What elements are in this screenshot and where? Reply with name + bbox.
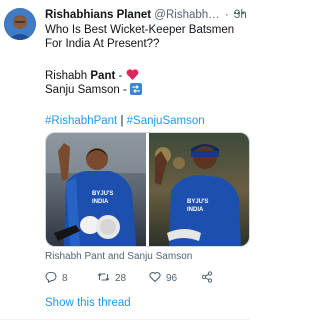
retweet-button[interactable]: 28 bbox=[97, 271, 126, 285]
option-samson: Sanju Samson - bbox=[45, 83, 245, 97]
media-caption: Rishabh Pant and Sanju Samson bbox=[45, 251, 193, 262]
jersey-sponsor-text: BYJU'S bbox=[92, 191, 113, 197]
reply-icon bbox=[45, 271, 57, 284]
show-thread-link[interactable]: Show this thread bbox=[45, 296, 131, 310]
author-handle[interactable]: @Rishabh… bbox=[154, 9, 219, 21]
share-icon bbox=[201, 271, 213, 283]
media-grid: BYJU'S INDIA BYJU'S INDIA bbox=[45, 132, 250, 247]
option-pant-suffix: - bbox=[115, 70, 126, 82]
divider bbox=[0, 319, 250, 320]
share-button[interactable] bbox=[201, 271, 218, 285]
reply-button[interactable]: 8 bbox=[45, 271, 68, 285]
option-pant-bold: Pant bbox=[90, 70, 116, 82]
retweet-count: 28 bbox=[115, 273, 127, 284]
separator-dot: · bbox=[224, 9, 229, 21]
repeat-emoji-icon bbox=[130, 83, 143, 95]
retweet-icon bbox=[97, 273, 110, 281]
tweet-card[interactable]: Rishabhians Planet @Rishabh… · 3h Who Is… bbox=[0, 0, 250, 321]
jersey-team-text: INDIA bbox=[92, 199, 109, 205]
photo-rishabh-pant[interactable]: BYJU'S INDIA bbox=[46, 133, 146, 246]
hashtag-sanjusamson[interactable]: #SanjuSamson bbox=[127, 115, 205, 127]
hashtag-rishabhpant[interactable]: #RishabhPant bbox=[45, 115, 117, 127]
tweet-actions: 8 28 96 bbox=[45, 271, 245, 285]
tweet-text-line: Who Is Best Wicket-Keeper Batsmen bbox=[45, 24, 235, 36]
tweet-header: Rishabhians Planet @Rishabh… · 3h bbox=[45, 8, 247, 22]
tweet-text-line: For India At Present?? bbox=[45, 38, 160, 50]
jersey-sponsor-text: BYJU'S bbox=[187, 199, 208, 205]
like-button[interactable]: 96 bbox=[149, 271, 177, 285]
reply-count: 8 bbox=[62, 273, 68, 284]
hashtag-separator: | bbox=[117, 115, 127, 127]
photo-sanju-samson[interactable]: BYJU'S INDIA bbox=[149, 133, 249, 246]
author-name[interactable]: Rishabhians Planet bbox=[45, 9, 151, 21]
option-pant: Rishabh Pant - bbox=[45, 68, 245, 83]
like-count: 96 bbox=[166, 273, 178, 284]
avatar[interactable] bbox=[4, 8, 36, 40]
option-pant-prefix: Rishabh bbox=[45, 70, 91, 82]
more-icon[interactable] bbox=[232, 6, 246, 20]
jersey-team-text: INDIA bbox=[187, 207, 204, 213]
heart-emoji-icon bbox=[126, 68, 139, 81]
hashtags: #RishabhPant | #SanjuSamson bbox=[45, 114, 245, 128]
option-samson-text: Sanju Samson - bbox=[45, 84, 131, 96]
like-icon bbox=[149, 272, 161, 283]
